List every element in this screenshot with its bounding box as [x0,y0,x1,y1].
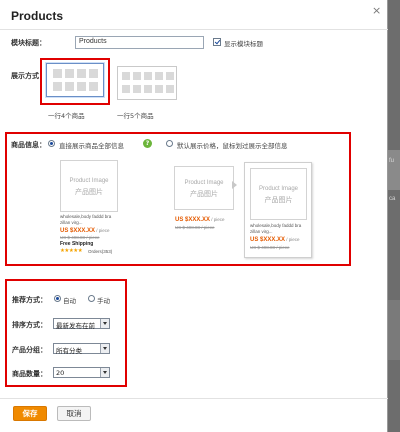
module-title-label: 模块标题： [11,39,46,47]
sort-label: 排序方式： [12,321,47,329]
rating-stars-icon: ★★★★★ [60,248,83,254]
layout-option-label: 一行5个商品 [117,112,154,120]
image-caption: Product Image [258,186,299,192]
image-caption: 产品图片 [75,188,103,196]
cancel-button[interactable]: 取消 [57,406,91,421]
product-description: wholesale,body faddd bra zillan virg... [60,214,112,225]
product-description: wholesale,body faddd bra zillan virg... [250,223,302,234]
help-icon[interactable]: ? [143,139,152,148]
product-card-preview-hover: Product Image 产品图片 wholesale,body faddd … [244,162,312,258]
price-unit: / piece [285,237,300,242]
recommend-manual-radio[interactable] [88,295,95,302]
background-text: ca [389,196,396,202]
background-banner [388,300,400,360]
show-title-label: 显示模块标题 [224,40,263,48]
sort-value: 最新发布在前 [56,322,95,330]
product-price: US $XXX.XX / piece [175,217,225,223]
product-info-price-label: 默认展示价格，鼠标划过展示全部信息 [177,142,288,150]
product-old-price: US $ 498.88 / piece [60,235,100,240]
grid-cell [122,85,130,93]
sort-select[interactable]: 最新发布在前 [53,318,110,330]
price-value: US $XXX.XX [250,237,286,243]
divider [0,398,388,399]
product-info-price-radio[interactable] [166,140,173,147]
grid-cell [122,72,130,80]
background-overlay [388,0,400,432]
arrow-right-icon [232,181,237,189]
grid-cell [155,72,163,80]
layout-option-label: 一行4个商品 [48,112,85,120]
product-price: US $XXX.XX / piece [60,228,110,234]
product-old-price: US $ 498.88 / piece [175,225,215,230]
product-info-all-label: 直接展示商品全部信息 [59,142,124,150]
image-caption: 产品图片 [190,190,218,198]
product-price: US $XXX.XX / piece [250,237,300,243]
product-info-label: 商品信息： [11,141,46,149]
recommend-auto-radio[interactable] [54,295,61,302]
product-card-preview: Product Image 产品图片 wholesale,body faddd … [58,156,124,260]
background-text: fu [389,158,395,164]
group-label: 产品分组： [12,346,47,354]
divider [0,29,388,30]
product-orders: Orders(353) [88,249,113,254]
grid-cell [144,72,152,80]
product-image-placeholder: Product Image 产品图片 [250,168,307,220]
price-value: US $XXX.XX [60,228,96,234]
dialog-title: Products [11,9,64,23]
price-unit: / piece [210,217,225,222]
price-value: US $XXX.XX [175,217,211,223]
products-dialog: Products × 模块标题： Products 显示模块标题 展示方式： 一… [0,0,388,432]
image-caption: Product Image [184,180,224,186]
image-caption: 产品图片 [264,196,293,204]
recommend-auto-label: 自动 [63,297,76,305]
grid-cell [166,85,174,93]
recommend-label: 推荐方式： [12,296,47,304]
quantity-label: 商品数量： [12,370,47,378]
close-icon[interactable]: × [372,4,381,17]
show-title-checkbox[interactable] [213,38,221,46]
module-title-input[interactable]: Products [75,36,204,49]
group-value: 所有分类 [56,347,82,355]
save-button[interactable]: 保存 [13,406,47,421]
product-old-price: US $ 498.88 / piece [250,245,290,250]
group-select[interactable]: 所有分类 [53,343,110,355]
grid-cell [166,72,174,80]
price-unit: / piece [95,228,110,233]
free-shipping: Free Shipping [60,241,94,247]
recommend-manual-label: 手动 [97,297,110,305]
grid-cell [133,72,141,80]
product-card-preview-compact: Product Image 产品图片 US $XXX.XX / piece US… [172,164,236,234]
background-banner [388,150,400,190]
product-image-placeholder: Product Image 产品图片 [174,166,234,210]
product-info-all-radio[interactable] [48,140,55,147]
layout-option-5-per-row[interactable] [117,66,177,100]
quantity-select[interactable]: 20 [53,367,110,378]
chevron-down-icon [100,319,109,328]
grid-cell [155,85,163,93]
chevron-down-icon [100,344,109,353]
highlight-frame [40,58,110,105]
image-caption: Product Image [69,178,109,184]
grid-cell [133,85,141,93]
quantity-value: 20 [56,369,65,377]
product-image-placeholder: Product Image 产品图片 [60,160,118,212]
grid-cell [144,85,152,93]
chevron-down-icon [100,368,109,377]
